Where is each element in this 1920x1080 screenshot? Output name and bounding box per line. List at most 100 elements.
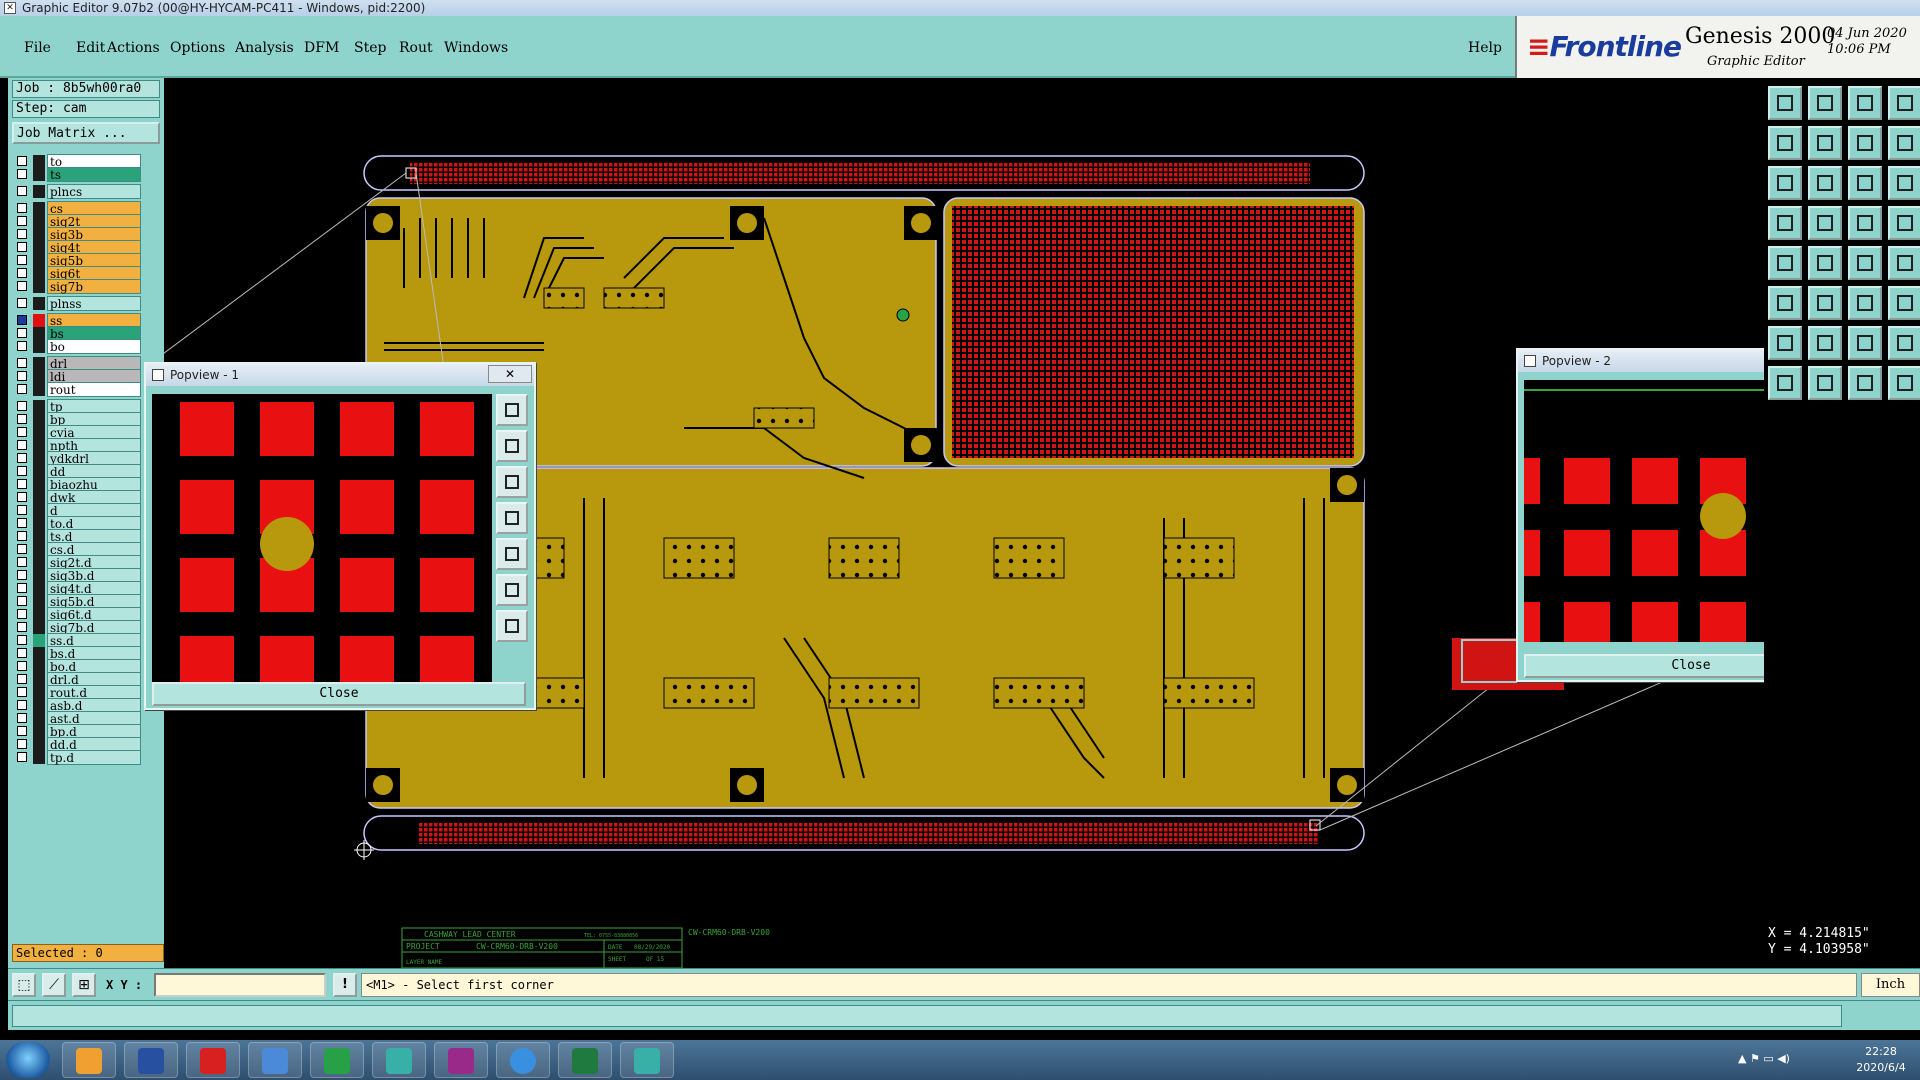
taskbar-g-app[interactable]	[186, 1042, 240, 1078]
layer-color-swatch[interactable]	[33, 168, 45, 181]
net-icon[interactable]	[1848, 206, 1882, 240]
layer-checkbox[interactable]	[17, 371, 27, 381]
layer-checkbox[interactable]	[17, 661, 27, 671]
taskbar-clock[interactable]: 22:28 2020/6/4	[1846, 1044, 1916, 1076]
layer-checkbox[interactable]	[17, 341, 27, 351]
mirror-icon[interactable]	[1848, 126, 1882, 160]
help-icon[interactable]	[1888, 166, 1920, 200]
layer-color-swatch[interactable]	[33, 297, 45, 310]
pad-icon[interactable]	[1768, 366, 1802, 400]
cross-icon[interactable]	[1888, 366, 1920, 400]
layer-name[interactable]: sig7b	[47, 279, 141, 294]
grid-view-icon[interactable]	[1808, 206, 1842, 240]
popview-1-zoom-out-icon[interactable]	[496, 610, 528, 642]
layer-checkbox[interactable]	[17, 216, 27, 226]
taskbar-p-app[interactable]	[310, 1042, 364, 1078]
undo-icon[interactable]	[1768, 126, 1802, 160]
layer-row-tp-d[interactable]: tp.d	[13, 750, 141, 765]
edit-shape-icon[interactable]	[1808, 246, 1842, 280]
layer-row-bo[interactable]: bo	[13, 339, 141, 354]
flag-icon[interactable]	[1888, 286, 1920, 320]
layer-name[interactable]: rout	[47, 382, 141, 397]
menu-dfm[interactable]: DFM	[304, 40, 339, 56]
grid-icon[interactable]: ⊞	[72, 973, 96, 997]
menu-help[interactable]: Help	[1468, 40, 1502, 56]
layer-checkbox[interactable]	[17, 440, 27, 450]
layer-checkbox[interactable]	[17, 713, 27, 723]
connect-icon[interactable]	[1768, 286, 1802, 320]
layer-checkbox[interactable]	[17, 255, 27, 265]
layer-checkbox[interactable]	[17, 358, 27, 368]
job-matrix-button[interactable]: Job Matrix ...	[12, 122, 160, 144]
layer-checkbox[interactable]	[17, 609, 27, 619]
taskbar-chat-app[interactable]	[496, 1042, 550, 1078]
home-icon[interactable]	[1848, 86, 1882, 120]
step-label[interactable]: Step: cam	[12, 100, 160, 118]
zoom-area-icon[interactable]	[1808, 166, 1842, 200]
menu-edit[interactable]: Edit	[76, 40, 105, 56]
layer-checkbox[interactable]	[17, 479, 27, 489]
taskbar-genesis-app[interactable]	[620, 1042, 674, 1078]
layer-checkbox[interactable]	[17, 635, 27, 645]
delete-icon[interactable]	[1808, 286, 1842, 320]
layer-checkbox[interactable]	[17, 596, 27, 606]
select-mode-icon[interactable]: ⬚	[12, 973, 36, 997]
popview-1-titlebar[interactable]: Popview - 1	[146, 364, 534, 386]
layer-checkbox[interactable]	[17, 726, 27, 736]
layer-checkbox[interactable]	[17, 298, 27, 308]
layer-name[interactable]: plncs	[47, 184, 141, 199]
popview-1-zoom-home-icon[interactable]	[496, 394, 528, 426]
curve-icon[interactable]	[1848, 366, 1882, 400]
layer-name[interactable]: ts	[47, 167, 141, 182]
menu-rout[interactable]: Rout	[399, 40, 433, 56]
link-icon[interactable]	[1848, 286, 1882, 320]
redo-icon[interactable]	[1808, 126, 1842, 160]
layer-checkbox[interactable]	[17, 281, 27, 291]
taskbar-notepad-app[interactable]	[248, 1042, 302, 1078]
layer-checkbox[interactable]	[17, 156, 27, 166]
draw-icon[interactable]	[1768, 206, 1802, 240]
layer-checkbox[interactable]	[17, 505, 27, 515]
point-icon[interactable]	[1888, 246, 1920, 280]
taskbar-excel-app[interactable]	[558, 1042, 612, 1078]
fit-icon[interactable]	[1768, 166, 1802, 200]
layer-row-plncs[interactable]: plncs	[13, 184, 141, 199]
layer-checkbox[interactable]	[17, 203, 27, 213]
layer-row-ts[interactable]: ts	[13, 167, 141, 182]
layer-checkbox[interactable]	[17, 384, 27, 394]
layer-checkbox[interactable]	[17, 700, 27, 710]
layer-row-plnss[interactable]: plnss	[13, 296, 141, 311]
layer-color-swatch[interactable]	[33, 340, 45, 353]
layer-checkbox[interactable]	[17, 518, 27, 528]
layer-checkbox[interactable]	[17, 648, 27, 658]
ruler-icon[interactable]	[1848, 246, 1882, 280]
open-job-icon[interactable]	[1768, 86, 1802, 120]
layer-color-swatch[interactable]	[33, 383, 45, 396]
layer-name[interactable]: plnss	[47, 296, 141, 311]
layer-checkbox[interactable]	[17, 315, 27, 325]
scale-icon[interactable]	[1848, 166, 1882, 200]
units-selector[interactable]: Inch	[1861, 973, 1920, 997]
layer-row-sig7b[interactable]: sig7b	[13, 279, 141, 294]
layer-color-swatch[interactable]	[33, 185, 45, 198]
corner-icon[interactable]	[1848, 326, 1882, 360]
menu-step[interactable]: Step	[354, 40, 386, 56]
warning-button[interactable]: !	[333, 973, 357, 997]
layer-checkbox[interactable]	[17, 453, 27, 463]
clip-icon[interactable]	[1768, 246, 1802, 280]
menu-windows[interactable]: Windows	[444, 40, 508, 56]
xy-input[interactable]	[154, 973, 326, 997]
save-icon[interactable]	[1808, 86, 1842, 120]
layer-name[interactable]: bo	[47, 339, 141, 354]
taskbar-x-app[interactable]	[434, 1042, 488, 1078]
snap-icon[interactable]	[1888, 206, 1920, 240]
popview-1-pan-left-icon[interactable]	[496, 502, 528, 534]
line-icon[interactable]	[1768, 326, 1802, 360]
layer-checkbox[interactable]	[17, 242, 27, 252]
taskbar-shell-app[interactable]	[62, 1042, 116, 1078]
menu-file[interactable]: File	[24, 40, 51, 56]
layer-checkbox[interactable]	[17, 687, 27, 697]
layer-checkbox[interactable]	[17, 531, 27, 541]
symbol-icon[interactable]	[1888, 326, 1920, 360]
layer-name[interactable]: tp.d	[47, 750, 141, 765]
